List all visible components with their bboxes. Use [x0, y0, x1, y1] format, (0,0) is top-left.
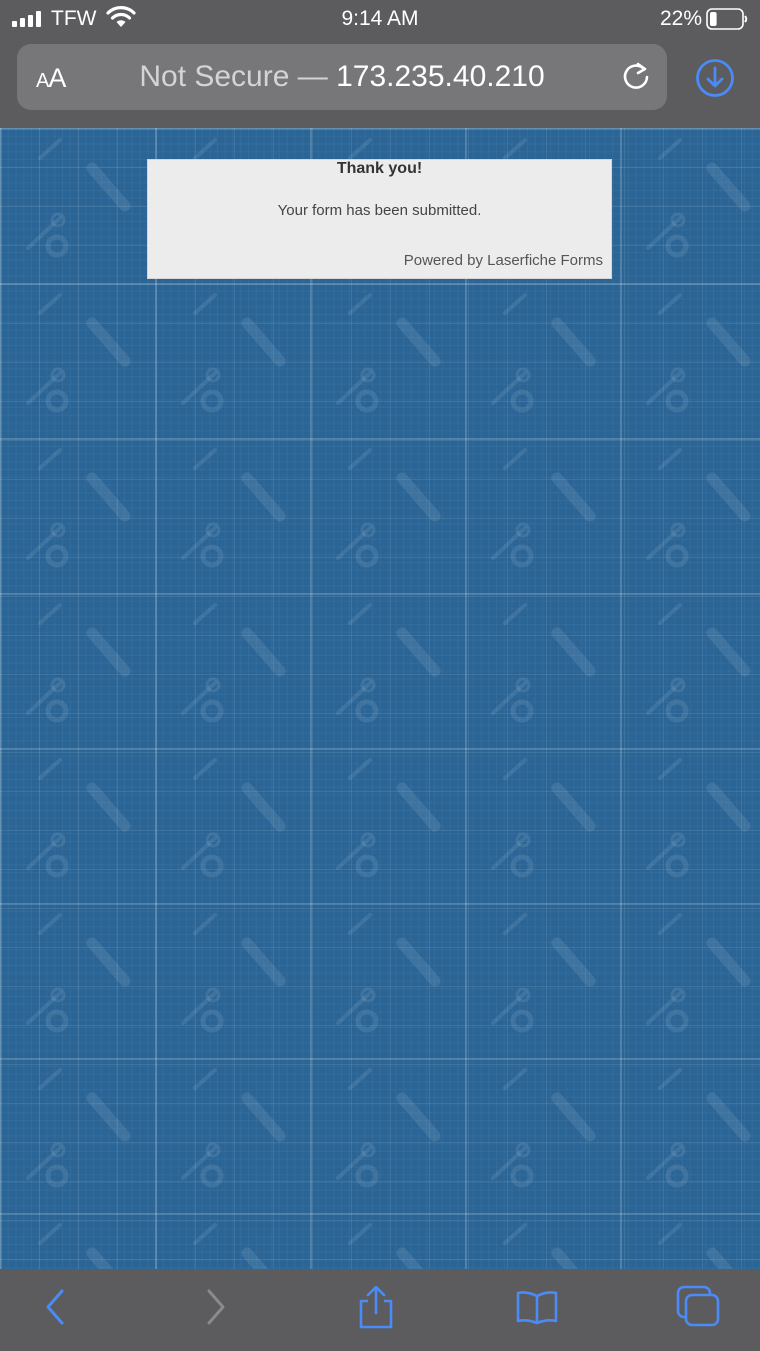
web-content: Thank you! Your form has been submitted.… — [0, 128, 760, 1269]
tabs-icon[interactable] — [674, 1285, 722, 1329]
url-host: 173.235.40.210 — [336, 60, 545, 93]
battery-percent: 22% — [659, 7, 702, 30]
bookmarks-icon[interactable] — [513, 1285, 561, 1329]
url-text[interactable]: Not Secure — 173.235.40.210 — [97, 60, 587, 94]
text-size-button[interactable]: AA — [36, 63, 66, 94]
clock: 9:14 AM — [341, 7, 419, 30]
thankyou-panel: Thank you! Your form has been submitted.… — [147, 159, 612, 279]
submission-message: Your form has been submitted. — [277, 202, 482, 219]
url-field[interactable]: AA Not Secure — 173.235.40.210 — [17, 44, 667, 110]
share-icon[interactable] — [352, 1285, 400, 1329]
reload-icon[interactable] — [619, 60, 653, 94]
safari-address-toolbar: AA Not Secure — 173.235.40.210 — [0, 40, 760, 128]
status-bar: TFW 9:14 AM 22% — [0, 0, 760, 40]
powered-by-link[interactable]: Powered by Laserfiche Forms — [404, 252, 603, 269]
back-icon[interactable] — [32, 1285, 80, 1329]
thankyou-title: Thank you! — [336, 160, 423, 177]
safari-bottom-toolbar — [0, 1269, 760, 1351]
battery-fill — [710, 12, 717, 26]
blueprint-tools-pattern — [0, 128, 760, 1269]
forward-icon[interactable] — [191, 1285, 239, 1329]
battery-icon — [706, 8, 748, 30]
security-label: Not Secure — — [139, 60, 328, 93]
downloads-icon[interactable] — [695, 58, 735, 98]
text-size-label-tail: A — [48, 63, 66, 93]
